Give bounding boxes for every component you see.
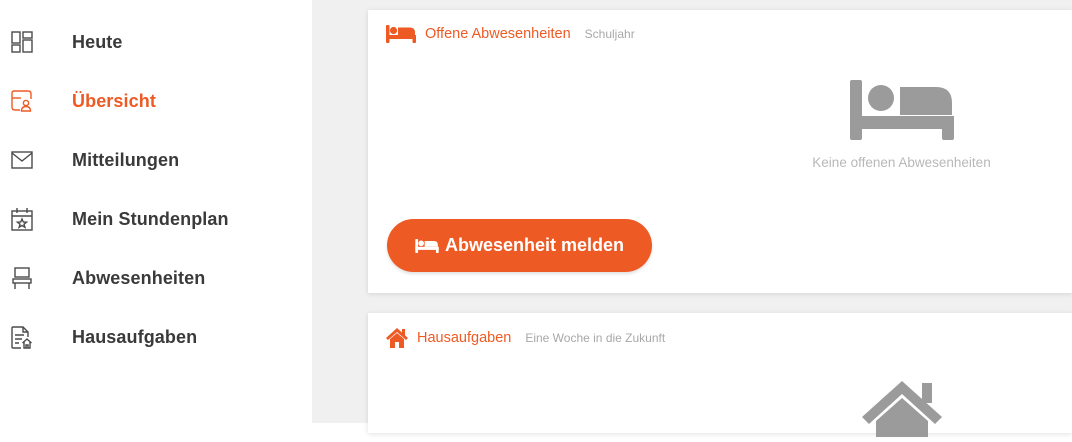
overview-profile-icon <box>11 90 33 112</box>
bed-icon <box>415 238 439 253</box>
absences-card-header: Offene Abwesenheiten Schuljahr <box>386 25 635 43</box>
sidebar-item-label: Hausaufgaben <box>72 326 198 347</box>
homework-card: Hausaufgaben Eine Woche in die Zukunft <box>368 313 1072 437</box>
sidebar: Heute Übersicht Mitteilungen Mein Stunde… <box>0 0 312 423</box>
sidebar-item-mitteilungen[interactable]: Mitteilungen <box>0 138 312 182</box>
document-home-icon <box>11 325 33 349</box>
report-absence-button[interactable]: Abwesenheit melden <box>387 219 652 272</box>
dashboard-grid-icon <box>11 31 33 53</box>
calendar-star-icon <box>11 207 33 231</box>
absences-card-subtitle: Schuljahr <box>584 27 635 41</box>
house-icon <box>386 328 408 348</box>
sidebar-item-hausaufgaben[interactable]: Hausaufgaben <box>0 315 312 359</box>
homework-card-subtitle: Eine Woche in die Zukunft <box>525 331 666 345</box>
homework-card-header: Hausaufgaben Eine Woche in die Zukunft <box>386 328 665 348</box>
absences-card-title: Offene Abwesenheiten <box>425 26 571 42</box>
sidebar-item-label: Mein Stundenplan <box>72 208 229 229</box>
absences-empty-state: Keine offenen Abwesenheiten <box>768 80 1035 170</box>
sidebar-item-uebersicht[interactable]: Übersicht <box>0 79 312 123</box>
absences-card: Offene Abwesenheiten Schuljahr Keine off… <box>368 10 1072 293</box>
homework-card-title: Hausaufgaben <box>417 330 512 346</box>
sidebar-item-label: Heute <box>72 31 123 52</box>
sidebar-item-heute[interactable]: Heute <box>0 20 312 64</box>
chair-icon <box>11 267 33 289</box>
report-absence-button-label: Abwesenheit melden <box>444 235 625 255</box>
sidebar-item-stundenplan[interactable]: Mein Stundenplan <box>0 197 312 241</box>
bed-icon <box>849 80 954 145</box>
sidebar-item-abwesenheiten[interactable]: Abwesenheiten <box>0 256 312 300</box>
sidebar-item-label: Mitteilungen <box>72 149 180 170</box>
sidebar-item-label: Abwesenheiten <box>72 267 206 288</box>
main-content: Offene Abwesenheiten Schuljahr Keine off… <box>312 0 1072 437</box>
bed-icon <box>386 25 416 43</box>
house-icon <box>862 377 942 442</box>
absences-empty-text: Keine offenen Abwesenheiten <box>812 155 991 170</box>
envelope-icon <box>11 149 33 171</box>
sidebar-item-label: Übersicht <box>72 90 156 111</box>
